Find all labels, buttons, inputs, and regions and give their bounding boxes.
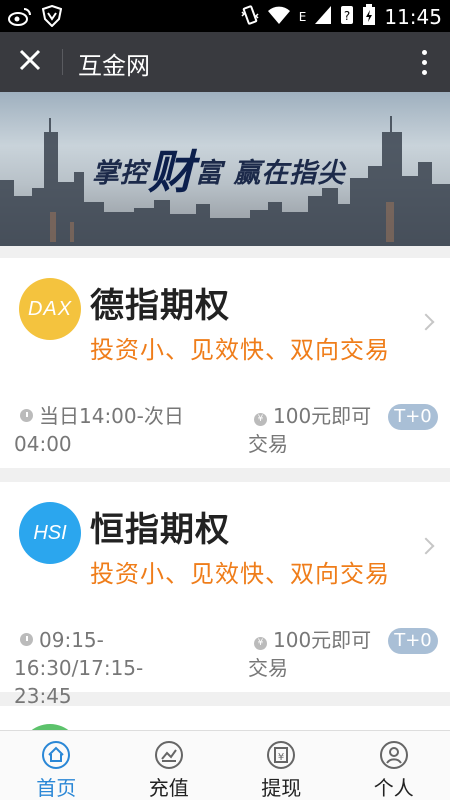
nav-recharge[interactable]: 充值 — [113, 731, 226, 800]
more-vertical-icon — [421, 49, 427, 55]
trading-hours: 09:15-16:30/17:15- 23:45 — [14, 628, 144, 708]
withdraw-icon: ¥ — [266, 740, 296, 770]
dax-logo: DAX — [19, 278, 81, 340]
vibrate-icon — [241, 4, 259, 30]
more-options-button[interactable] — [412, 44, 436, 80]
network-type-label: E — [298, 10, 307, 24]
product-title: 恒指期权 — [90, 510, 230, 550]
bottom-navigation: 首页 充值 ¥ 提现 个人 — [0, 730, 450, 800]
product-card-dax[interactable]: DAX 德指期权 投资小、见效快、双向交易 当日14:00-次日 04:00 ¥1… — [0, 258, 450, 468]
settlement-badge: T+0 — [388, 404, 438, 430]
shield-icon — [41, 4, 63, 31]
clock-icon — [20, 409, 33, 422]
hsi-logo: HSI — [19, 502, 81, 564]
recharge-icon — [154, 740, 184, 770]
nav-profile[interactable]: 个人 — [338, 731, 450, 800]
weibo-icon — [8, 6, 32, 30]
yen-icon: ¥ — [254, 637, 267, 650]
trading-hours: 当日14:00-次日 04:00 — [14, 404, 184, 456]
promo-banner[interactable]: 掌控财富 赢在指尖 — [0, 92, 450, 246]
product-title: 德指期权 — [90, 286, 230, 326]
nav-recharge-label: 充值 — [148, 776, 189, 800]
nav-profile-label: 个人 — [373, 776, 414, 800]
status-bar: E ? 11:45 — [0, 0, 450, 32]
nav-home[interactable]: 首页 — [0, 731, 113, 800]
user-icon — [379, 740, 409, 770]
svg-text:?: ? — [344, 9, 350, 23]
chevron-right-icon — [417, 537, 435, 555]
battery-icon — [362, 4, 376, 30]
close-button[interactable] — [10, 42, 50, 82]
svg-text:¥: ¥ — [278, 752, 284, 763]
page-title: 互金网 — [78, 52, 150, 80]
signal-icon — [314, 5, 332, 29]
clock-icon — [20, 633, 33, 646]
product-card-hsi[interactable]: HSI 恒指期权 投资小、见效快、双向交易 09:15-16:30/17:15-… — [0, 482, 450, 708]
min-amount: ¥100元即可 交易 — [248, 628, 372, 680]
title-divider — [62, 49, 63, 75]
wifi-icon — [267, 5, 291, 29]
nav-withdraw-label: 提现 — [261, 776, 302, 800]
banner-slogan: 掌控财富 赢在指尖 — [92, 145, 346, 199]
settlement-badge: T+0 — [388, 628, 438, 654]
nav-withdraw[interactable]: ¥ 提现 — [225, 731, 338, 800]
chevron-right-icon — [417, 313, 435, 331]
title-bar: 互金网 — [0, 32, 450, 92]
product-subtitle: 投资小、见效快、双向交易 — [90, 336, 390, 364]
home-icon — [41, 740, 71, 770]
sim-icon: ? — [340, 5, 354, 29]
min-amount: ¥100元即可 交易 — [248, 404, 372, 456]
product-subtitle: 投资小、见效快、双向交易 — [90, 560, 390, 588]
nav-home-label: 首页 — [36, 776, 77, 800]
yen-icon: ¥ — [254, 413, 267, 426]
clock-time: 11:45 — [384, 5, 442, 29]
close-icon — [19, 49, 41, 75]
